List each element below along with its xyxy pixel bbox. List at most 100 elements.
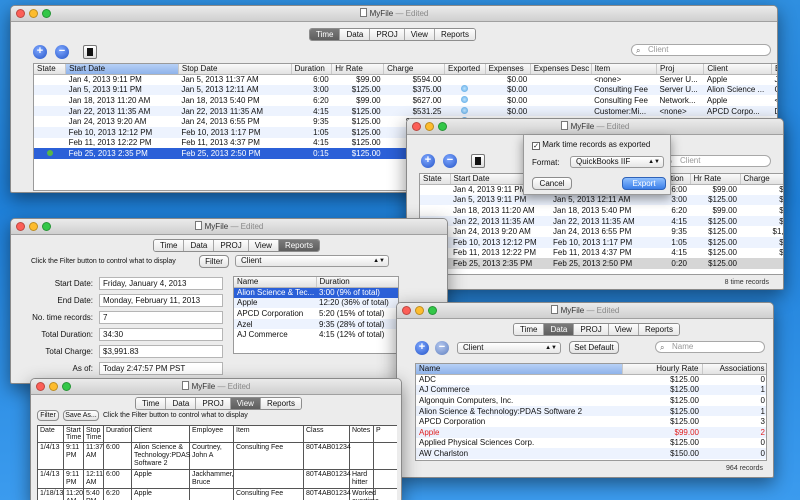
- table-row[interactable]: Jan 5, 2013 9:11 PM Jan 5, 2013 12:11 AM 3…: [420, 194, 783, 206]
- tab-data[interactable]: Data: [340, 29, 371, 40]
- tab-time[interactable]: Time: [514, 324, 545, 335]
- filter-button[interactable]: Filter: [37, 410, 59, 421]
- column-header[interactable]: Name: [234, 277, 317, 288]
- title-bar[interactable]: MyFile — Edited: [11, 219, 447, 235]
- tab-view[interactable]: View: [404, 29, 435, 40]
- close-button[interactable]: [412, 122, 421, 131]
- add-record-button[interactable]: +: [421, 154, 435, 168]
- column-header[interactable]: State: [420, 174, 451, 185]
- search-field[interactable]: ⌕ Name: [655, 341, 765, 353]
- column-header[interactable]: Hr Rate: [690, 174, 741, 185]
- tab-data[interactable]: Data: [166, 398, 197, 409]
- column-header[interactable]: Item: [591, 64, 658, 75]
- tab-reports[interactable]: Reports: [260, 398, 301, 409]
- remove-item-button[interactable]: −: [435, 341, 449, 355]
- minimize-button[interactable]: [425, 122, 434, 131]
- export-button[interactable]: Export: [622, 177, 666, 190]
- table-row[interactable]: Jan 22, 2013 11:35 AM Jan 22, 2013 11:35 …: [420, 215, 783, 227]
- tab-proj[interactable]: PROJ: [214, 240, 249, 251]
- minimize-button[interactable]: [29, 9, 38, 18]
- title-bar[interactable]: MyFile — Edited: [11, 6, 777, 22]
- list-item[interactable]: AJ Commerce 4:15 (12% of total): [234, 329, 398, 340]
- table-row[interactable]: APCD Corporation $125.00 3: [416, 416, 766, 427]
- data-type-select[interactable]: Client ▲▼: [457, 342, 561, 354]
- list-item[interactable]: Apple 12:20 (36% of total): [234, 297, 398, 309]
- table-row[interactable]: Algonquin Computers, Inc. $125.00 0: [416, 395, 766, 406]
- tab-reports[interactable]: Reports: [434, 29, 475, 40]
- tab-proj[interactable]: PROJ: [574, 324, 609, 335]
- mark-exported-checkbox[interactable]: ✓ Mark time records as exported: [532, 140, 650, 150]
- save-as-button[interactable]: Save As...: [63, 410, 99, 421]
- column-header[interactable]: Client: [703, 64, 773, 75]
- title-bar[interactable]: MyFile — Edited: [31, 379, 401, 395]
- tab-data[interactable]: Data: [544, 324, 575, 335]
- column-header[interactable]: Duration: [316, 277, 398, 288]
- close-button[interactable]: [36, 382, 45, 391]
- table-row[interactable]: Alion Science & Technology:PDAS Software…: [416, 405, 766, 417]
- tab-time[interactable]: Time: [310, 29, 341, 40]
- minimize-button[interactable]: [49, 382, 58, 391]
- tab-reports[interactable]: Reports: [638, 324, 679, 335]
- column-header[interactable]: Name: [416, 364, 623, 375]
- zoom-button[interactable]: [62, 382, 71, 391]
- title-bar[interactable]: MyFile — Edited: [397, 303, 773, 319]
- remove-record-button[interactable]: −: [55, 45, 69, 59]
- table-row[interactable]: Feb 11, 2013 12:22 PM Feb 11, 2013 4:37 P…: [420, 248, 783, 259]
- table-row[interactable]: Apple $99.00 2: [416, 426, 766, 438]
- column-header[interactable]: Charge: [740, 174, 783, 185]
- column-header[interactable]: Start Date: [65, 64, 179, 75]
- column-header[interactable]: Hr Rate: [331, 64, 385, 75]
- add-item-button[interactable]: +: [415, 341, 429, 355]
- filter-button[interactable]: Filter: [199, 255, 229, 268]
- table-row[interactable]: Feb 10, 2013 12:12 PM Feb 10, 2013 1:17 P…: [420, 236, 783, 248]
- column-header[interactable]: Expenses: [485, 64, 531, 75]
- column-header[interactable]: Duration: [291, 64, 333, 75]
- title-bar[interactable]: MyFile — Edited: [407, 119, 783, 135]
- timer-stop-button[interactable]: [83, 45, 97, 59]
- tab-data[interactable]: Data: [184, 240, 215, 251]
- table-row[interactable]: Jan 18, 2013 11:20 AM Jan 18, 2013 5:40 P…: [420, 205, 783, 216]
- timer-stop-button[interactable]: [471, 154, 485, 168]
- column-header[interactable]: Charge: [383, 64, 445, 75]
- search-field[interactable]: ⌕ Client: [631, 44, 771, 56]
- cancel-button[interactable]: Cancel: [532, 177, 572, 190]
- close-button[interactable]: [16, 9, 25, 18]
- zoom-button[interactable]: [428, 306, 437, 315]
- list-item[interactable]: Azel 9:35 (28% of total): [234, 318, 398, 330]
- remove-record-button[interactable]: −: [443, 154, 457, 168]
- minimize-button[interactable]: [415, 306, 424, 315]
- list-item[interactable]: APCD Corporation 5:20 (15% of total): [234, 308, 398, 319]
- close-button[interactable]: [16, 222, 25, 231]
- zoom-button[interactable]: [42, 222, 51, 231]
- table-row[interactable]: Feb 25, 2013 2:35 PM Feb 25, 2013 2:50 PM…: [420, 258, 783, 269]
- tab-time[interactable]: Time: [136, 398, 167, 409]
- column-header[interactable]: Stop Date: [178, 64, 292, 75]
- set-default-button[interactable]: Set Default: [569, 341, 619, 354]
- tab-proj[interactable]: PROJ: [370, 29, 405, 40]
- tab-view[interactable]: View: [230, 398, 261, 409]
- tab-view[interactable]: View: [608, 324, 639, 335]
- column-header[interactable]: Proj: [656, 64, 705, 75]
- format-select[interactable]: QuickBooks IIF ▲▼: [570, 156, 664, 168]
- table-row[interactable]: Jan 5, 2013 9:11 PM Jan 5, 2013 12:11 AM 3…: [34, 84, 777, 96]
- minimize-button[interactable]: [29, 222, 38, 231]
- close-button[interactable]: [402, 306, 411, 315]
- table-row[interactable]: AJ Commerce $125.00 1: [416, 384, 766, 396]
- table-row[interactable]: Jan 4, 2013 9:11 PM Jan 5, 2013 11:37 AM 6…: [34, 74, 777, 85]
- column-header[interactable]: Exported: [444, 64, 486, 75]
- column-header[interactable]: State: [34, 64, 67, 75]
- filter-select[interactable]: Client ▲▼: [235, 255, 389, 267]
- table-row[interactable]: Jan 24, 2013 9:20 AM Jan 24, 2013 6:55 PM…: [420, 226, 783, 237]
- table-row[interactable]: Applied Physical Sciences Corp. $125.00 0: [416, 438, 766, 449]
- table-row[interactable]: AW Charlston $150.00 0: [416, 448, 766, 459]
- list-item[interactable]: Alion Science & Tec... 3:00 (9% of total): [234, 287, 398, 298]
- add-record-button[interactable]: +: [33, 45, 47, 59]
- table-row[interactable]: ADC $125.00 0: [416, 374, 766, 385]
- table-row[interactable]: Jan 18, 2013 11:20 AM Jan 18, 2013 5:40 P…: [34, 95, 777, 106]
- zoom-button[interactable]: [42, 9, 51, 18]
- zoom-button[interactable]: [438, 122, 447, 131]
- tab-view[interactable]: View: [248, 240, 279, 251]
- table-row[interactable]: Jan 22, 2013 11:35 AM Jan 22, 2013 11:35 …: [34, 105, 777, 117]
- tab-reports[interactable]: Reports: [278, 240, 319, 251]
- tab-proj[interactable]: PROJ: [196, 398, 231, 409]
